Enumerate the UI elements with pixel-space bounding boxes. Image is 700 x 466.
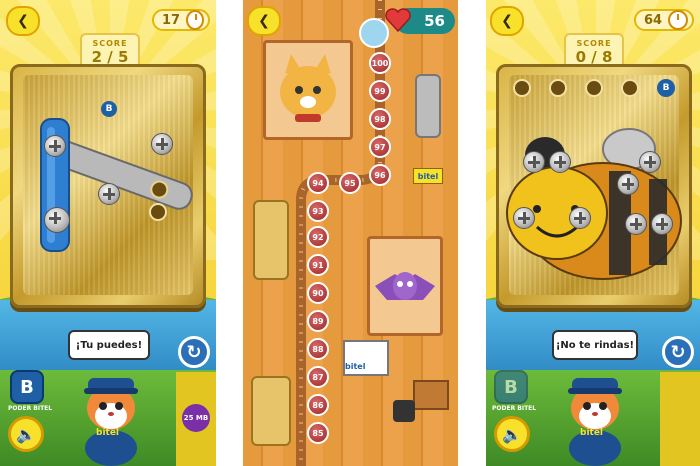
level-button-90[interactable]: 90 <box>307 282 329 304</box>
speaker-icon: 🔈 <box>502 424 522 444</box>
level-indicator: 64 <box>634 9 694 31</box>
data-badge: 25 MB <box>182 404 210 432</box>
mascot-brand-text: bitel <box>96 428 120 438</box>
screw[interactable] <box>513 207 535 229</box>
bat-puzzle-icon <box>375 272 435 300</box>
speaker-icon: 🔈 <box>16 424 36 444</box>
empty-hole[interactable] <box>149 203 167 221</box>
screw[interactable] <box>625 213 647 235</box>
level-number: 17 <box>162 12 181 28</box>
screw[interactable] <box>639 151 661 173</box>
screw[interactable] <box>44 135 66 157</box>
level-button-95[interactable]: 95 <box>339 172 361 194</box>
logo-caption: PODER BITEL <box>492 405 537 412</box>
left-game-screen: ❮ 17 SCORE 2 / 5 B ¡Tu puedes! ↻ B PODER… <box>0 0 216 466</box>
level-button-85[interactable]: 85 <box>307 422 329 444</box>
locked-puzzle-panel <box>415 74 441 138</box>
easel-brand-text: bitel <box>345 362 366 371</box>
screw[interactable] <box>44 207 70 233</box>
screw[interactable] <box>617 173 639 195</box>
bitel-sign: bitel <box>413 168 443 184</box>
back-button[interactable]: ❮ <box>247 6 281 36</box>
poder-bitel-logo[interactable]: B <box>10 370 44 404</box>
clock-icon <box>186 10 204 30</box>
screw[interactable] <box>549 151 571 173</box>
level-button-93[interactable]: 93 <box>307 200 329 222</box>
level-button-89[interactable]: 89 <box>307 310 329 332</box>
score-value: 0 / 8 <box>575 47 613 66</box>
hamster-mascot <box>568 378 622 466</box>
refresh-icon: ↻ <box>670 341 686 363</box>
level-button-87[interactable]: 87 <box>307 366 329 388</box>
level-button-96[interactable]: 96 <box>369 164 391 186</box>
speech-text: ¡No te rindas! <box>555 339 635 351</box>
screw[interactable] <box>151 133 173 155</box>
level-button-94[interactable]: 94 <box>307 172 329 194</box>
level-button-91[interactable]: 91 <box>307 254 329 276</box>
back-button[interactable]: ❮ <box>6 6 40 36</box>
brand-emblem-icon: B <box>101 101 117 117</box>
bee-puzzle-pieces <box>506 128 682 280</box>
screw[interactable] <box>523 151 545 173</box>
level-button-92[interactable]: 92 <box>307 226 329 248</box>
score-label: SCORE <box>576 38 612 48</box>
screw[interactable] <box>651 213 673 235</box>
restart-button[interactable]: ↻ <box>178 336 210 368</box>
level-button-99[interactable]: 99 <box>369 80 391 102</box>
level-indicator: 17 <box>152 9 210 31</box>
toolbox <box>393 400 415 422</box>
poder-bitel-logo[interactable]: B <box>494 370 528 404</box>
level-button-86[interactable]: 86 <box>307 394 329 416</box>
speech-bubble: ¡No te rindas! <box>552 330 638 360</box>
refresh-icon: ↻ <box>186 341 202 363</box>
speech-text: ¡Tu puedes! <box>75 339 143 351</box>
chevron-left-icon: ❮ <box>17 13 29 29</box>
level-number: 64 <box>644 12 663 28</box>
chevron-left-icon: ❮ <box>501 13 513 29</box>
speech-bubble: ¡Tu puedes! <box>68 330 150 360</box>
screw[interactable] <box>98 183 120 205</box>
level-button-100[interactable]: 100 <box>369 52 391 74</box>
locked-puzzle-panel <box>253 200 289 280</box>
level-map-screen: ❮ 56 100 99 98 97 96 95 94 93 92 91 90 89 88 87 86 85 b… <box>243 0 458 466</box>
right-game-screen: ❮ 64 SCORE 0 / 8 B ¡No te rindas! ↻ B PO… <box>486 0 700 466</box>
player-avatar <box>359 18 389 48</box>
puzzle-board: B <box>10 64 206 308</box>
mascot-brand-text: bitel <box>580 428 604 438</box>
sound-button[interactable]: 🔈 <box>494 416 530 452</box>
chevron-left-icon: ❮ <box>258 13 270 29</box>
level-button-97[interactable]: 97 <box>369 136 391 158</box>
restart-button[interactable]: ↻ <box>662 336 694 368</box>
locked-puzzle-panel <box>251 376 291 446</box>
clock-icon <box>668 10 688 30</box>
lives-value: 56 <box>424 12 445 30</box>
back-button[interactable]: ❮ <box>490 6 524 36</box>
side-panel <box>660 372 700 466</box>
cat-puzzle-icon <box>280 54 336 122</box>
level-button-98[interactable]: 98 <box>369 108 391 130</box>
screw[interactable] <box>569 207 591 229</box>
score-label: SCORE <box>92 38 128 48</box>
score-value: 2 / 5 <box>91 47 129 66</box>
level-button-88[interactable]: 88 <box>307 338 329 360</box>
tool-crate <box>413 380 449 410</box>
puzzle-board: B <box>496 64 692 308</box>
sound-button[interactable]: 🔈 <box>8 416 44 452</box>
logo-caption: PODER BITEL <box>8 405 53 412</box>
hamster-mascot <box>84 378 138 466</box>
